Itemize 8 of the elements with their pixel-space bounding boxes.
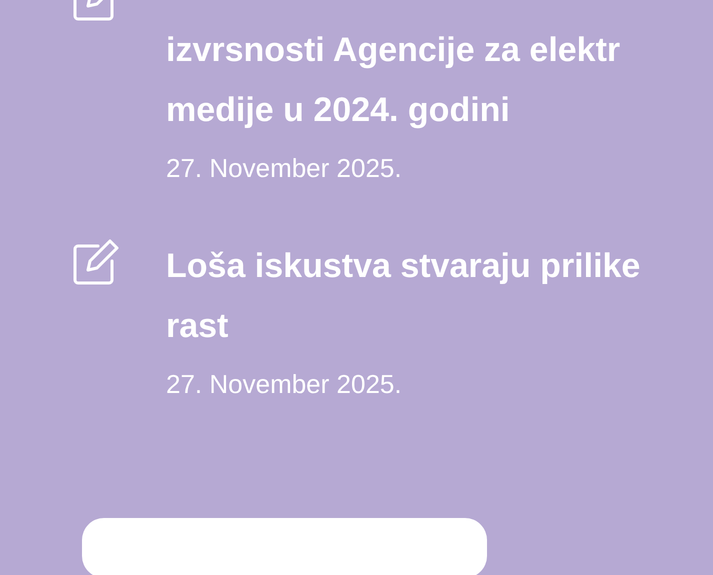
post-title[interactable]: Loša iskustva stvaraju prilike [166, 236, 640, 296]
post-date: 27. November 2025. [166, 368, 403, 400]
post-title[interactable]: rast [166, 296, 228, 356]
edit-icon [72, 238, 120, 286]
post-date: 27. November 2025. [166, 152, 403, 184]
rounded-button[interactable] [82, 518, 487, 575]
post-title[interactable]: medije u 2024. godini [166, 80, 510, 140]
post-title[interactable]: izvrsnosti Agencije za elektr [166, 20, 620, 80]
